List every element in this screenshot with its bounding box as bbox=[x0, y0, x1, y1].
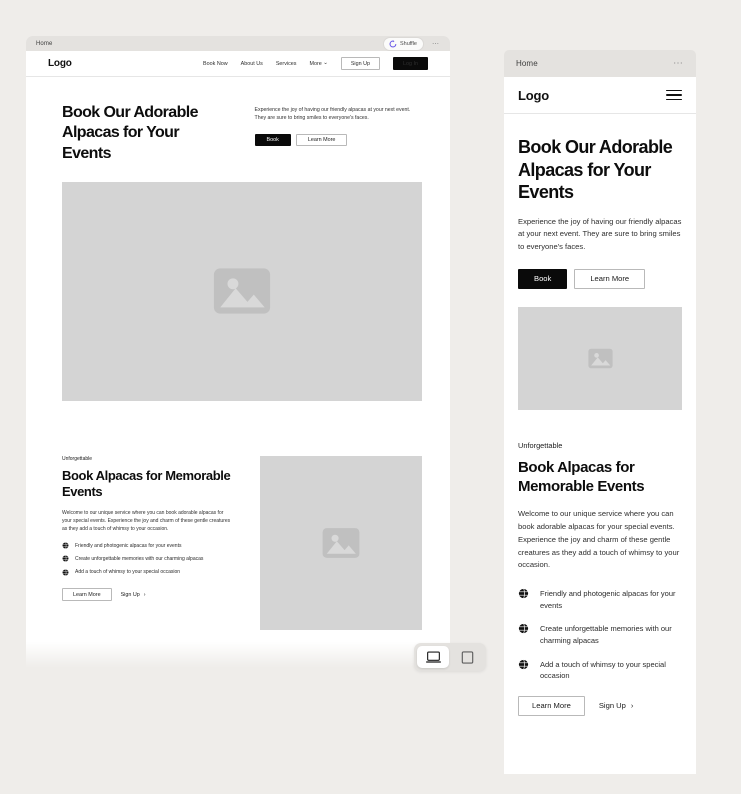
nav-item-book-now[interactable]: Book Now bbox=[203, 61, 228, 67]
app-stage: Home Shuffle ⋯ Logo Book Now About Us Se… bbox=[0, 0, 741, 794]
book-button[interactable]: Book bbox=[254, 134, 291, 147]
mobile-logo[interactable]: Logo bbox=[518, 88, 549, 103]
desktop-nav: Book Now About Us Services More ⌄ Sign U… bbox=[203, 57, 428, 70]
desktop-site-header: Logo Book Now About Us Services More ⌄ S… bbox=[26, 51, 450, 77]
globe-icon bbox=[62, 542, 69, 550]
mobile-preview-frame: Home ⋯ Logo Book Our Adorable Alpacas fo… bbox=[504, 50, 696, 774]
hamburger-bar bbox=[666, 94, 682, 96]
desktop-hero-right: Experience the joy of having our friendl… bbox=[254, 103, 422, 164]
hamburger-bar bbox=[666, 89, 682, 92]
mobile-hero-section: Book Our Adorable Alpacas for Your Event… bbox=[504, 114, 696, 289]
desktop-feature-paragraph: Welcome to our unique service where you … bbox=[62, 509, 231, 532]
desktop-tab-title[interactable]: Home bbox=[36, 41, 52, 47]
mobile-tabbar-more-icon[interactable]: ⋯ bbox=[665, 58, 684, 69]
chevron-down-icon: ⌄ bbox=[323, 59, 328, 66]
desktop-preview-frame: Home Shuffle ⋯ Logo Book Now About Us Se… bbox=[26, 36, 450, 668]
desktop-hero-heading: Book Our Adorable Alpacas for Your Event… bbox=[62, 104, 198, 162]
list-item-label: Create unforgettable memories with our c… bbox=[540, 624, 672, 645]
desktop-hero-left: Book Our Adorable Alpacas for Your Event… bbox=[62, 103, 229, 164]
learn-more-button[interactable]: Learn More bbox=[295, 134, 348, 147]
device-preview-toolbar bbox=[414, 643, 486, 671]
mobile-feature-learn-more-button[interactable]: Learn More bbox=[518, 695, 585, 716]
mobile-learn-more-button[interactable]: Learn More bbox=[574, 268, 646, 289]
desktop-icon bbox=[425, 650, 441, 663]
mobile-tab-title[interactable]: Home bbox=[516, 59, 538, 68]
desktop-feature-list: Friendly and photogenic alpacas for your… bbox=[62, 542, 234, 577]
desktop-tabbar: Home Shuffle ⋯ bbox=[26, 36, 450, 51]
mobile-site-header: Logo bbox=[504, 77, 696, 114]
list-item-label: Friendly and photogenic alpacas for your… bbox=[75, 542, 182, 549]
mobile-feature-eyebrow: Unforgettable bbox=[518, 440, 563, 450]
hamburger-menu-icon[interactable] bbox=[666, 89, 682, 101]
desktop-hero-image-placeholder bbox=[62, 181, 422, 401]
shuffle-icon bbox=[389, 39, 397, 47]
mobile-feature-paragraph: Welcome to our unique service where you … bbox=[518, 509, 680, 570]
device-option-desktop[interactable] bbox=[417, 646, 449, 668]
image-placeholder-icon bbox=[587, 348, 613, 369]
globe-icon bbox=[518, 623, 529, 635]
mobile-hero-image-placeholder bbox=[518, 306, 682, 410]
mobile-feature-list: Friendly and photogenic alpacas for your… bbox=[518, 588, 682, 682]
list-item: Add a touch of whimsy to your special oc… bbox=[518, 658, 682, 682]
list-item-label: Create unforgettable memories with our c… bbox=[75, 555, 204, 562]
list-item-label: Friendly and photogenic alpacas for your… bbox=[540, 589, 676, 610]
desktop-feature-eyebrow: Unforgettable bbox=[62, 455, 93, 462]
desktop-hero-section: Book Our Adorable Alpacas for Your Event… bbox=[26, 77, 450, 164]
list-item: Friendly and photogenic alpacas for your… bbox=[518, 588, 682, 611]
feature-learn-more-button[interactable]: Learn More bbox=[62, 588, 112, 602]
login-button[interactable]: Log In bbox=[393, 57, 428, 70]
list-item: Create unforgettable memories with our c… bbox=[62, 555, 234, 563]
desktop-feature-left: Unforgettable Book Alpacas for Memorable… bbox=[62, 456, 234, 630]
desktop-feature-image-placeholder bbox=[260, 455, 422, 630]
desktop-hero-paragraph: Experience the joy of having our friendl… bbox=[254, 107, 411, 122]
shuffle-label: Shuffle bbox=[399, 40, 417, 47]
desktop-hero-buttons: Book Learn More bbox=[254, 134, 422, 147]
mobile-hero-buttons: Book Learn More bbox=[518, 268, 682, 289]
chevron-right-icon: › bbox=[143, 591, 146, 598]
image-placeholder-icon bbox=[213, 268, 271, 315]
nav-item-more[interactable]: More ⌄ bbox=[309, 59, 328, 67]
desktop-feature-buttons: Learn More Sign Up › bbox=[62, 588, 234, 602]
mobile-feature-signup-link[interactable]: Sign Up › bbox=[599, 701, 634, 710]
mobile-feature-buttons: Learn More Sign Up › bbox=[518, 695, 682, 716]
shuffle-button[interactable]: Shuffle bbox=[382, 36, 424, 51]
list-item-label: Add a touch of whimsy to your special oc… bbox=[540, 659, 666, 681]
globe-icon bbox=[62, 568, 69, 576]
desktop-logo[interactable]: Logo bbox=[48, 58, 72, 69]
tablet-icon bbox=[461, 650, 473, 664]
mobile-feature-heading: Book Alpacas for Memorable Events bbox=[518, 458, 645, 496]
desktop-feature-section: Unforgettable Book Alpacas for Memorable… bbox=[26, 401, 450, 630]
mobile-hero-heading: Book Our Adorable Alpacas for Your Event… bbox=[518, 137, 673, 203]
desktop-tabbar-more-icon[interactable]: ⋯ bbox=[424, 40, 440, 48]
signup-button[interactable]: Sign Up bbox=[340, 57, 380, 70]
mobile-book-button[interactable]: Book bbox=[518, 268, 568, 289]
desktop-viewport: Logo Book Now About Us Services More ⌄ S… bbox=[26, 51, 450, 668]
list-item: Add a touch of whimsy to your special oc… bbox=[62, 568, 234, 576]
mobile-tabbar: Home ⋯ bbox=[504, 50, 696, 77]
desktop-feature-heading: Book Alpacas for Memorable Events bbox=[62, 467, 231, 500]
nav-item-services[interactable]: Services bbox=[276, 61, 297, 67]
chevron-right-icon: › bbox=[630, 701, 634, 711]
mobile-feature-section: Unforgettable Book Alpacas for Memorable… bbox=[504, 410, 696, 716]
mobile-feature-signup-link-label: Sign Up bbox=[598, 701, 626, 711]
globe-icon bbox=[518, 658, 529, 670]
list-item-label: Add a touch of whimsy to your special oc… bbox=[75, 569, 181, 576]
image-placeholder-icon bbox=[322, 528, 360, 558]
hamburger-bar bbox=[666, 98, 682, 101]
globe-icon bbox=[62, 555, 69, 563]
mobile-hero-paragraph: Experience the joy of having our friendl… bbox=[518, 217, 682, 251]
mobile-viewport: Logo Book Our Adorable Alpacas for Your … bbox=[504, 77, 696, 774]
nav-item-about-us[interactable]: About Us bbox=[241, 61, 263, 67]
nav-item-more-label: More bbox=[309, 60, 322, 67]
globe-icon bbox=[518, 588, 529, 599]
feature-signup-link-label: Sign Up bbox=[120, 591, 140, 598]
list-item: Friendly and photogenic alpacas for your… bbox=[62, 542, 234, 550]
list-item: Create unforgettable memories with our c… bbox=[518, 623, 682, 646]
device-option-tablet[interactable] bbox=[451, 646, 483, 668]
feature-signup-link[interactable]: Sign Up › bbox=[121, 592, 146, 598]
